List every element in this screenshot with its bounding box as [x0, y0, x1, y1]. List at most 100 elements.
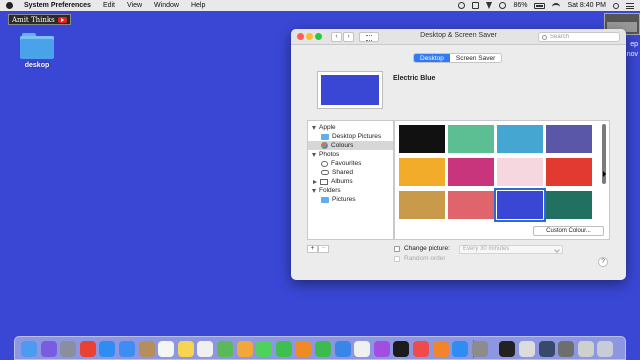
sidebar-label: Pictures: [332, 196, 356, 203]
dock-numbers-icon[interactable]: [315, 341, 331, 357]
search-input[interactable]: [550, 34, 610, 40]
dock-siri-icon[interactable]: [41, 341, 57, 357]
album-icon: [320, 178, 328, 185]
spotlight-icon[interactable]: [613, 2, 619, 9]
menu-view[interactable]: View: [127, 2, 142, 9]
add-folder-button[interactable]: +: [307, 245, 318, 253]
sidebar-item-favourites[interactable]: Favourites: [308, 159, 393, 168]
wifi-icon[interactable]: [552, 2, 561, 9]
dock-launchpad-icon[interactable]: [60, 341, 76, 357]
colour-swatch[interactable]: [546, 125, 592, 153]
cloud-icon: [321, 170, 329, 175]
disclosure-triangle-icon[interactable]: [312, 125, 316, 130]
dock-maps-icon[interactable]: [217, 341, 233, 357]
colour-swatch[interactable]: [399, 158, 445, 186]
search-field[interactable]: [538, 32, 620, 42]
desktop-folder[interactable]: deskop: [18, 33, 56, 69]
dock-app-store-icon[interactable]: [452, 341, 468, 357]
sidebar-item-pictures[interactable]: Pictures: [308, 195, 393, 204]
colour-palette-icon: [321, 142, 328, 149]
dock-news-icon[interactable]: [413, 341, 429, 357]
dock-reminders-icon[interactable]: [197, 341, 213, 357]
clock-icon[interactable]: [499, 2, 507, 9]
disclosure-triangle-icon[interactable]: [312, 188, 316, 193]
display-icon[interactable]: [472, 2, 480, 9]
disclosure-triangle-icon[interactable]: [312, 152, 316, 157]
battery-percent[interactable]: 86%: [513, 2, 527, 9]
checkbox-box[interactable]: [394, 255, 400, 262]
menu-window[interactable]: Window: [154, 2, 179, 9]
battery-icon[interactable]: [534, 2, 546, 9]
sidebar-group-apple[interactable]: Apple: [308, 123, 393, 132]
dock-chrome-icon[interactable]: [80, 341, 96, 357]
title-bar[interactable]: ‹ › Desktop & Screen Saver: [291, 29, 626, 45]
colour-swatch[interactable]: [399, 125, 445, 153]
dock-trash-icon[interactable]: [597, 341, 613, 357]
colour-swatch[interactable]: [448, 125, 494, 153]
wallpaper-preview: [317, 71, 383, 109]
colour-swatch[interactable]: [497, 125, 543, 153]
help-button[interactable]: ?: [598, 257, 608, 267]
dock-preview-icon[interactable]: [519, 341, 535, 357]
dock-keynote-icon[interactable]: [335, 341, 351, 357]
change-picture-checkbox[interactable]: Change picture:: [394, 245, 450, 252]
colour-swatch[interactable]: [399, 191, 445, 219]
menu-edit[interactable]: Edit: [103, 2, 115, 9]
colour-swatch[interactable]: [494, 188, 546, 222]
dock-screenshot-icon[interactable]: [578, 341, 594, 357]
apple-menu-icon[interactable]: [6, 2, 13, 9]
disclosure-triangle-collapsed-icon[interactable]: [313, 179, 317, 184]
status-area: 86% Sat 8:40 PM: [458, 0, 634, 11]
remove-folder-button[interactable]: −: [318, 245, 329, 253]
colour-swatch[interactable]: [448, 158, 494, 186]
dock-system-preferences-icon[interactable]: [472, 341, 488, 357]
checkbox-box[interactable]: [394, 245, 400, 252]
watermark-badge: Amit Thinks: [8, 14, 71, 25]
source-list: Apple Desktop Pictures Colours Photos Fa…: [307, 120, 394, 240]
colour-swatch[interactable]: [497, 158, 543, 186]
sidebar-label: Shared: [332, 169, 353, 176]
dock-finder-icon[interactable]: [21, 341, 37, 357]
dock-tv-icon[interactable]: [393, 341, 409, 357]
control-center-icon[interactable]: [626, 2, 634, 9]
record-icon[interactable]: [458, 2, 466, 9]
power-icon[interactable]: [486, 2, 493, 9]
sidebar-item-desktop-pictures[interactable]: Desktop Pictures: [308, 132, 393, 141]
menu-help[interactable]: Help: [191, 2, 205, 9]
menubar-clock[interactable]: Sat 8:40 PM: [567, 2, 606, 9]
dock-books-icon[interactable]: [433, 341, 449, 357]
sidebar-item-colours[interactable]: Colours: [308, 141, 393, 150]
mouse-pointer-icon: [603, 171, 606, 177]
sidebar-label: Colours: [331, 142, 354, 149]
sidebar-item-shared[interactable]: Shared: [308, 168, 393, 177]
dock-mail-icon[interactable]: [119, 341, 135, 357]
colour-swatch[interactable]: [546, 191, 592, 219]
dock-notes-icon[interactable]: [178, 341, 194, 357]
dock-messages-icon[interactable]: [256, 341, 272, 357]
sidebar-group-folders[interactable]: Folders: [308, 186, 393, 195]
colour-swatch[interactable]: [448, 191, 494, 219]
sidebar-item-albums[interactable]: Albums: [308, 177, 393, 186]
tab-switcher: Desktop Screen Saver: [413, 53, 503, 63]
dock-document-icon[interactable]: [558, 341, 574, 357]
dock-safari-icon[interactable]: [99, 341, 115, 357]
dock-contacts-icon[interactable]: [139, 341, 155, 357]
tab-desktop[interactable]: Desktop: [414, 54, 450, 62]
interval-dropdown[interactable]: Every 30 minutes: [459, 245, 563, 254]
dock-quicktime-icon[interactable]: [539, 341, 555, 357]
dock-pages-icon[interactable]: [295, 341, 311, 357]
dock-facetime-icon[interactable]: [276, 341, 292, 357]
menu-app-name[interactable]: System Preferences: [24, 2, 91, 9]
custom-colour-button[interactable]: Custom Colour...: [533, 226, 604, 236]
sidebar-group-photos[interactable]: Photos: [308, 150, 393, 159]
dock-music-icon[interactable]: [354, 341, 370, 357]
dock-terminal-icon[interactable]: [499, 341, 515, 357]
add-remove-controls: + −: [307, 245, 329, 253]
colour-swatch[interactable]: [546, 158, 592, 186]
dock-calendar-icon[interactable]: [158, 341, 174, 357]
watermark-text: Amit Thinks: [12, 15, 55, 24]
tab-screen-saver[interactable]: Screen Saver: [450, 54, 501, 62]
dock-podcasts-icon[interactable]: [374, 341, 390, 357]
random-order-checkbox[interactable]: Random order: [394, 255, 446, 262]
dock-photos-icon[interactable]: [237, 341, 253, 357]
